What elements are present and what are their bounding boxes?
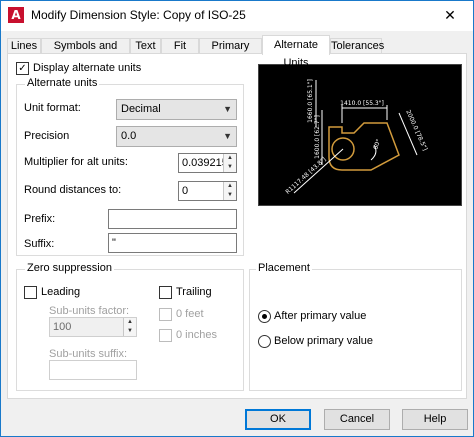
multiplier-stepper[interactable]: 0.0392156 ▲ ▼ <box>178 153 237 173</box>
subunits-suffix-label: Sub-units suffix: <box>49 348 128 360</box>
dim-left-mid-text: 1600.0 [62.7"] <box>314 115 321 159</box>
dim-left-top-text: 1660.0 [65.1"] <box>307 79 314 123</box>
round-distances-value: 0 <box>182 185 189 197</box>
part-outline <box>328 122 400 171</box>
subunits-suffix-input[interactable] <box>49 360 137 380</box>
prefix-input[interactable] <box>108 209 237 229</box>
zero-inches-label: 0 inches <box>176 329 217 341</box>
display-alternate-checkbox[interactable]: ✓ <box>16 62 29 75</box>
placement-group-label: Placement <box>256 262 312 274</box>
chevron-down-icon: ▼ <box>223 104 232 114</box>
zero-suppression-group-label: Zero suppression <box>25 262 114 274</box>
precision-value: 0.0 <box>121 130 137 142</box>
below-primary-label: Below primary value <box>274 335 374 347</box>
zero-inches-checkbox[interactable] <box>159 329 172 342</box>
below-primary-radio[interactable] <box>258 335 271 348</box>
tab-text[interactable]: Text <box>130 38 161 54</box>
dim-radius-text: R1117.48 [43.8"] <box>284 156 327 196</box>
prefix-label: Prefix: <box>24 213 56 225</box>
multiplier-label: Multiplier for alt units: <box>24 156 128 168</box>
radio-selected-dot <box>262 314 267 319</box>
title-bar: A Modify Dimension Style: Copy of ISO-25… <box>1 1 473 31</box>
preview-image: 1410.0 [55.3"] 1660.0 [65.1"] 1600.0 [62… <box>258 64 462 206</box>
spin-arrows-icon[interactable]: ▲ ▼ <box>123 318 136 336</box>
round-distances-stepper[interactable]: 0 ▲ ▼ <box>178 181 237 201</box>
unit-format-select[interactable]: Decimal ▼ <box>116 99 237 120</box>
tab-tolerances[interactable]: Tolerances <box>330 38 384 54</box>
unit-format-label: Unit format: <box>24 102 81 114</box>
subunits-factor-label: Sub-units factor: <box>49 305 130 317</box>
autocad-icon: A <box>8 7 24 23</box>
tab-symbols-and-arrows[interactable]: Symbols and Arrows <box>41 38 130 66</box>
spin-arrows-icon[interactable]: ▲ ▼ <box>223 154 236 172</box>
trailing-checkbox[interactable] <box>159 286 172 299</box>
precision-select[interactable]: 0.0 ▼ <box>116 126 237 147</box>
display-alternate-label: Display alternate units <box>33 62 142 74</box>
help-button[interactable]: Help <box>402 409 468 430</box>
tab-primary-units[interactable]: Primary Units <box>199 38 262 66</box>
alternate-units-group-label: Alternate units <box>25 77 100 89</box>
zero-feet-label: 0 feet <box>176 308 204 320</box>
dim-top-text: 1410.0 [55.3"] <box>340 100 384 107</box>
suffix-input[interactable]: " <box>108 233 237 253</box>
precision-label: Precision <box>24 130 70 142</box>
tab-panel: ✓ Display alternate units Alternate unit… <box>7 53 467 399</box>
close-icon[interactable]: ✕ <box>427 1 473 31</box>
chevron-down-icon: ▼ <box>223 131 232 141</box>
window-title: Modify Dimension Style: Copy of ISO-25 <box>31 8 246 22</box>
after-primary-label: After primary value <box>274 310 367 322</box>
leading-label: Leading <box>41 286 81 298</box>
subunits-factor-stepper[interactable]: 100 ▲ ▼ <box>49 317 137 337</box>
trailing-label: Trailing <box>176 286 212 298</box>
tab-lines[interactable]: Lines <box>7 38 41 54</box>
cancel-button[interactable]: Cancel <box>324 409 390 430</box>
leading-checkbox[interactable] <box>24 286 37 299</box>
spin-arrows-icon[interactable]: ▲ ▼ <box>223 182 236 200</box>
tab-fit[interactable]: Fit <box>161 38 199 54</box>
angle-text: 60° <box>372 138 382 150</box>
after-primary-radio[interactable] <box>258 310 271 323</box>
ok-button[interactable]: OK <box>245 409 311 430</box>
tab-alternate-units[interactable]: Alternate Units <box>262 35 330 69</box>
suffix-label: Suffix: <box>24 238 55 250</box>
dimension-preview-drawing: 1410.0 [55.3"] 1660.0 [65.1"] 1600.0 [62… <box>284 79 428 196</box>
round-distances-label: Round distances to: <box>24 184 122 196</box>
subunits-factor-value: 100 <box>53 321 72 333</box>
dim-right-text: 2000.0 [78.5"] <box>404 109 428 152</box>
unit-format-value: Decimal <box>121 103 161 115</box>
placement-group: Placement <box>249 262 462 391</box>
zero-feet-checkbox[interactable] <box>159 308 172 321</box>
dialog-window: A Modify Dimension Style: Copy of ISO-25… <box>0 0 474 437</box>
